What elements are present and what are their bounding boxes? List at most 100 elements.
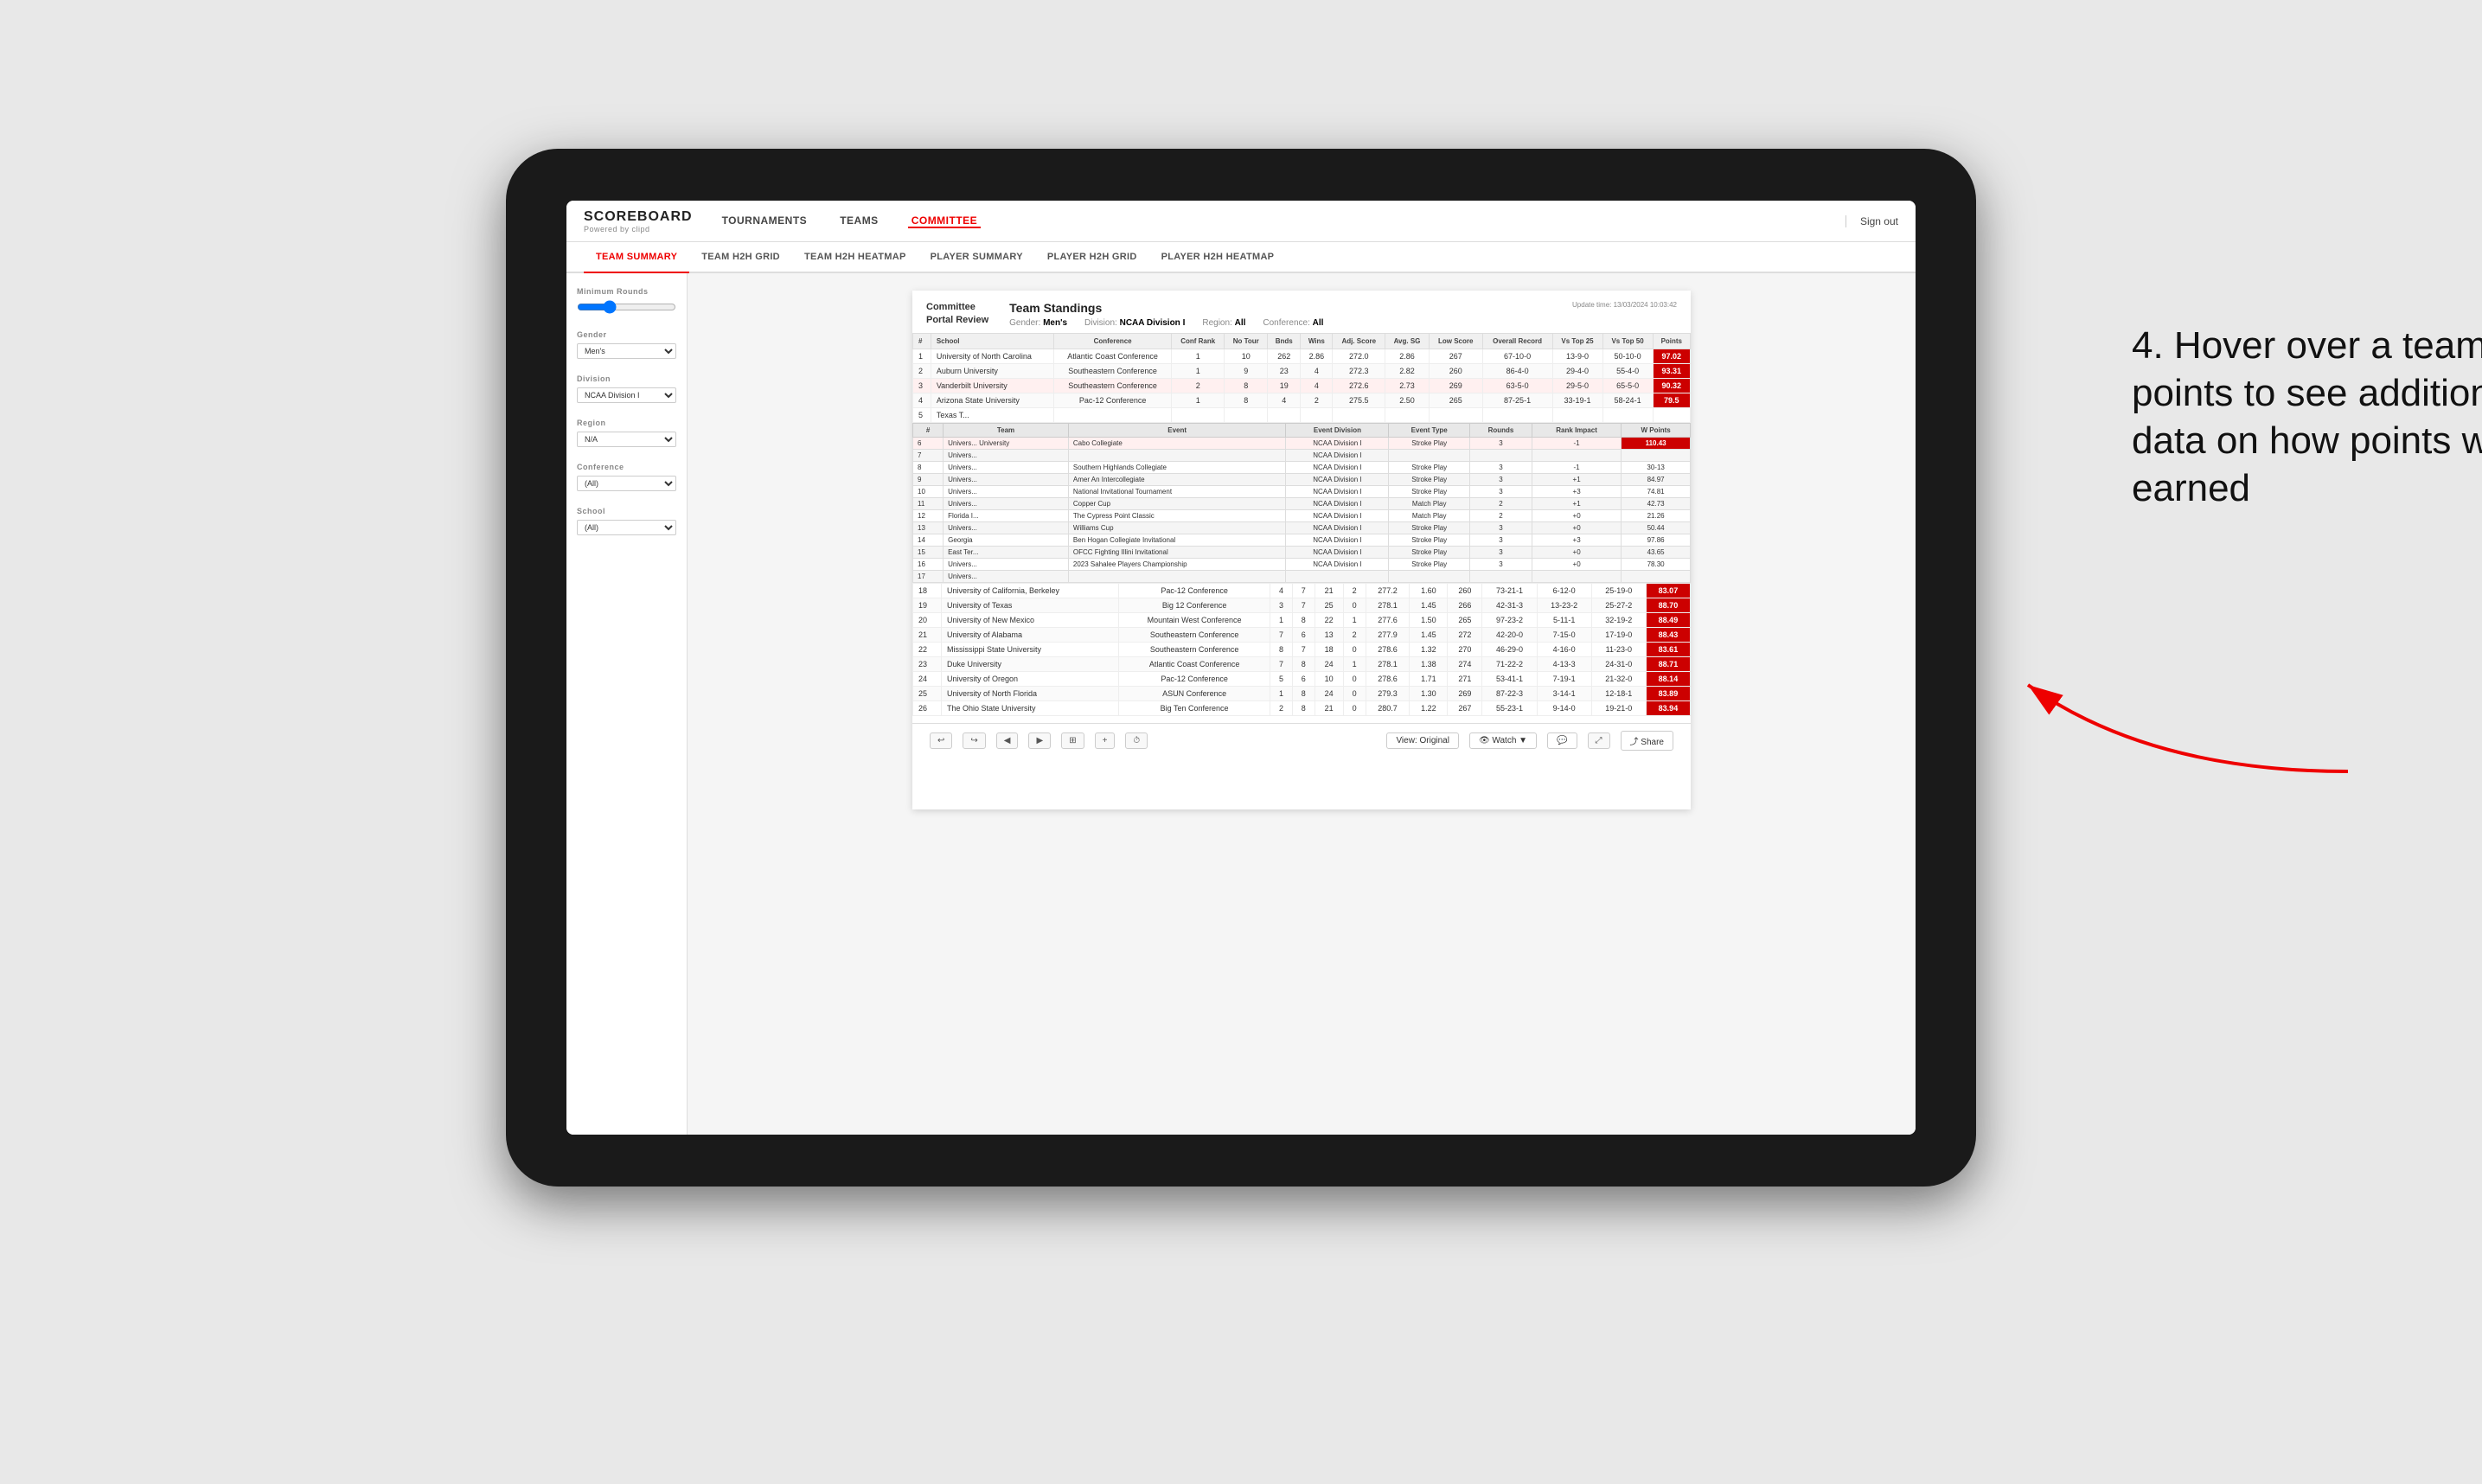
cell-no-tour: 6	[1292, 672, 1315, 687]
hover-cell-points[interactable]: 30-13	[1622, 462, 1691, 474]
cell-conference: Southeastern Conference	[1119, 628, 1270, 643]
cell-conf-rank: 5	[1270, 672, 1293, 687]
hover-cell-points[interactable]	[1622, 450, 1691, 462]
hover-row: 7 Univers... NCAA Division I	[913, 450, 1691, 462]
hover-cell-rank: 12	[913, 510, 944, 522]
gender-select[interactable]: Men's Women's	[577, 343, 676, 359]
cell-wins: 2	[1343, 628, 1366, 643]
copy-button[interactable]: ⊞	[1061, 732, 1084, 749]
forward-button[interactable]: ▶	[1028, 732, 1051, 749]
cell-rank: 5	[913, 408, 931, 423]
hover-cell-type: Stroke Play	[1389, 547, 1470, 559]
tab-player-h2h-grid[interactable]: PLAYER H2H GRID	[1035, 242, 1149, 273]
cell-points[interactable]: 93.31	[1653, 364, 1690, 379]
cell-points[interactable]: 83.07	[1646, 584, 1690, 598]
hover-cell-points[interactable]: 84.97	[1622, 474, 1691, 486]
cell-overall: 63-5-0	[1482, 379, 1552, 393]
cell-school: Auburn University	[931, 364, 1053, 379]
cell-overall	[1482, 408, 1552, 423]
hover-cell-impact: -1	[1532, 462, 1621, 474]
nav-teams[interactable]: TEAMS	[836, 214, 882, 228]
region-select[interactable]: N/A All	[577, 432, 676, 447]
cell-overall: 67-10-0	[1482, 349, 1552, 364]
sign-out-button[interactable]: Sign out	[1846, 215, 1898, 227]
cell-conf-rank: 7	[1270, 657, 1293, 672]
top-nav: SCOREBOARD Powered by clipd TOURNAMENTS …	[566, 201, 1916, 242]
cell-bnds	[1268, 408, 1301, 423]
tab-player-summary[interactable]: PLAYER SUMMARY	[918, 242, 1035, 273]
cell-school: Duke University	[942, 657, 1119, 672]
cell-school: University of Alabama	[942, 628, 1119, 643]
hover-cell-impact: +0	[1532, 522, 1621, 534]
tab-team-summary[interactable]: TEAM SUMMARY	[584, 242, 689, 273]
hover-cell-points[interactable]	[1622, 571, 1691, 583]
cell-bnds: 24	[1315, 687, 1343, 701]
cell-points[interactable]: 88.43	[1646, 628, 1690, 643]
table-wrapper: # School Conference Conf Rank No Tour Bn…	[912, 333, 1691, 723]
cell-adj-score: 277.9	[1366, 628, 1410, 643]
redo-button[interactable]: ↪	[963, 732, 985, 749]
hover-cell-points[interactable]: 21.26	[1622, 510, 1691, 522]
share-button[interactable]: ⤴ Share	[1621, 731, 1673, 751]
cell-rank: 25	[913, 687, 942, 701]
tab-player-h2h-heatmap[interactable]: PLAYER H2H HEATMAP	[1149, 242, 1287, 273]
col-adj-score: Adj. Score	[1333, 334, 1385, 349]
hover-header-row: # Team Event Event Division Event Type R…	[913, 424, 1691, 438]
hover-cell-div: NCAA Division I	[1286, 534, 1389, 547]
resize-button[interactable]: ⤢	[1588, 732, 1610, 749]
view-original-button[interactable]: View: Original	[1386, 732, 1459, 749]
hover-cell-points[interactable]: 50.44	[1622, 522, 1691, 534]
cell-points[interactable]: 88.71	[1646, 657, 1690, 672]
col-bnds: Bnds	[1268, 334, 1301, 349]
hover-cell-points[interactable]: 78.30	[1622, 559, 1691, 571]
hover-cell-points[interactable]: 74.81	[1622, 486, 1691, 498]
school-select[interactable]: (All)	[577, 520, 676, 535]
hover-col-rank-impact: Rank Impact	[1532, 424, 1621, 438]
cell-points[interactable]: 88.14	[1646, 672, 1690, 687]
col-overall: Overall Record	[1482, 334, 1552, 349]
hover-cell-rounds: 2	[1470, 510, 1532, 522]
filter-conference-value: All	[1313, 318, 1324, 328]
cell-vs50: 25-27-2	[1591, 598, 1646, 613]
clock-button[interactable]: ⏱	[1125, 732, 1148, 749]
cell-no-tour: 9	[1225, 364, 1268, 379]
cell-points[interactable]: 90.32	[1653, 379, 1690, 393]
hover-cell-points[interactable]: 97.86	[1622, 534, 1691, 547]
back-button[interactable]: ◀	[996, 732, 1019, 749]
cell-points[interactable]	[1653, 408, 1690, 423]
cell-vs50: 11-23-0	[1591, 643, 1646, 657]
cell-points[interactable]: 88.49	[1646, 613, 1690, 628]
comment-button[interactable]: 💬	[1547, 732, 1577, 749]
table-row: 5 Texas T...	[913, 408, 1691, 423]
cell-points[interactable]: 97.02	[1653, 349, 1690, 364]
standings-table-bottom: 18 University of California, Berkeley Pa…	[912, 583, 1691, 716]
nav-committee[interactable]: COMMITTEE	[908, 214, 982, 228]
cell-points[interactable]: 83.89	[1646, 687, 1690, 701]
add-button[interactable]: +	[1095, 732, 1116, 749]
min-rounds-slider[interactable]	[577, 299, 676, 315]
cell-points[interactable]: 83.94	[1646, 701, 1690, 716]
nav-tournaments[interactable]: TOURNAMENTS	[719, 214, 811, 228]
cell-rank: 1	[913, 349, 931, 364]
hover-cell-points[interactable]: 110.43	[1622, 438, 1691, 450]
cell-vs25: 7-15-0	[1537, 628, 1591, 643]
cell-rank: 21	[913, 628, 942, 643]
conference-select[interactable]: (All)	[577, 476, 676, 491]
hover-cell-rounds: 2	[1470, 498, 1532, 510]
hover-cell-points[interactable]: 42.73	[1622, 498, 1691, 510]
hover-cell-points[interactable]: 43.65	[1622, 547, 1691, 559]
tab-team-h2h-heatmap[interactable]: TEAM H2H HEATMAP	[792, 242, 918, 273]
hover-row: 14 Georgia Ben Hogan Collegiate Invitati…	[913, 534, 1691, 547]
filter-division-value: NCAA Division I	[1120, 318, 1186, 328]
cell-points[interactable]: 79.5	[1653, 393, 1690, 408]
undo-button[interactable]: ↩	[930, 732, 952, 749]
filter-conference-label: Conference:	[1263, 318, 1312, 328]
hover-cell-type	[1389, 571, 1470, 583]
cell-vs25: 33-19-1	[1552, 393, 1602, 408]
watch-button[interactable]: 👁 Watch ▼	[1469, 732, 1537, 749]
cell-points[interactable]: 83.61	[1646, 643, 1690, 657]
tab-team-h2h-grid[interactable]: TEAM H2H GRID	[689, 242, 792, 273]
cell-overall: 87-25-1	[1482, 393, 1552, 408]
cell-points[interactable]: 88.70	[1646, 598, 1690, 613]
division-select[interactable]: NCAA Division I NCAA Division II NCAA Di…	[577, 387, 676, 403]
